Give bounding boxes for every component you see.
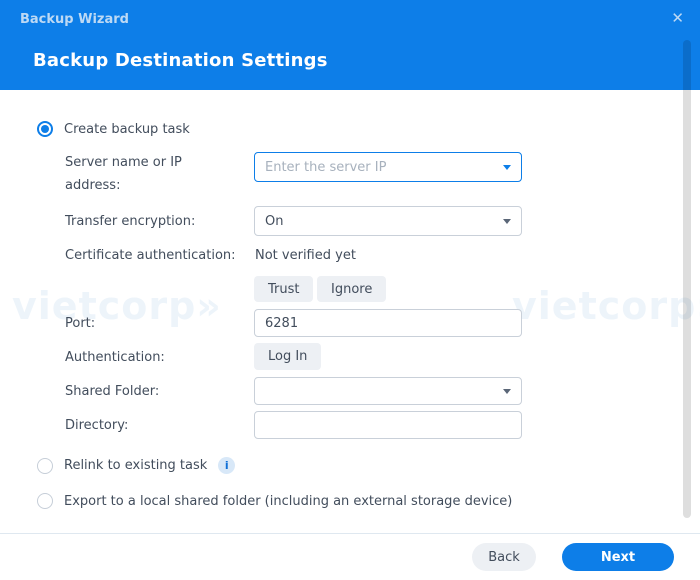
radio-row-relink: Relink to existing task i: [37, 457, 236, 474]
transfer-encryption-value: On: [265, 213, 284, 229]
radio-export-label[interactable]: Export to a local shared folder (includi…: [64, 494, 512, 509]
certificate-auth-status: Not verified yet: [255, 248, 356, 263]
radio-create-label[interactable]: Create backup task: [64, 122, 190, 137]
radio-relink[interactable]: [37, 457, 53, 474]
server-ip-input[interactable]: [265, 159, 495, 175]
backup-wizard-dialog: vietcorp» vietcorp» Backup Wizard ✕ Back…: [0, 0, 700, 580]
authentication-label: Authentication:: [65, 350, 165, 365]
trust-button[interactable]: Trust: [254, 276, 314, 302]
transfer-encryption-label: Transfer encryption:: [65, 214, 196, 229]
server-ip-label: Server name or IP address:: [65, 155, 182, 193]
info-icon[interactable]: i: [218, 457, 236, 474]
directory-input[interactable]: [254, 411, 522, 439]
directory-label: Directory:: [65, 418, 129, 433]
ignore-button[interactable]: Ignore: [317, 276, 387, 302]
window-title: Backup Wizard: [20, 12, 129, 27]
back-button[interactable]: Back: [472, 543, 536, 571]
next-button[interactable]: Next: [562, 543, 674, 571]
port-label: Port:: [65, 316, 96, 331]
port-input[interactable]: [254, 309, 522, 337]
radio-row-create-backup-task: Create backup task: [37, 121, 190, 137]
chevron-down-icon[interactable]: [503, 219, 511, 224]
watermark: vietcorp»: [512, 284, 700, 328]
chevron-down-icon[interactable]: [503, 165, 511, 170]
close-icon[interactable]: ✕: [671, 9, 684, 27]
radio-export[interactable]: [37, 493, 53, 509]
radio-row-export: Export to a local shared folder (includi…: [37, 493, 512, 509]
transfer-encryption-select[interactable]: On: [254, 206, 522, 236]
shared-folder-select[interactable]: [254, 377, 522, 405]
certificate-auth-label: Certificate authentication:: [65, 248, 236, 263]
log-in-button[interactable]: Log In: [254, 343, 322, 370]
titlebar: Backup Wizard ✕ Backup Destination Setti…: [0, 0, 700, 90]
footer: Back Next: [0, 533, 700, 580]
watermark: vietcorp»: [12, 284, 222, 328]
radio-relink-label[interactable]: Relink to existing task: [64, 458, 207, 473]
page-title: Backup Destination Settings: [33, 50, 328, 71]
chevron-down-icon[interactable]: [503, 389, 511, 394]
radio-create-backup-task[interactable]: [37, 121, 53, 137]
shared-folder-label: Shared Folder:: [65, 384, 160, 399]
server-ip-combobox[interactable]: [254, 152, 522, 182]
scrollbar-thumb[interactable]: [683, 40, 691, 518]
